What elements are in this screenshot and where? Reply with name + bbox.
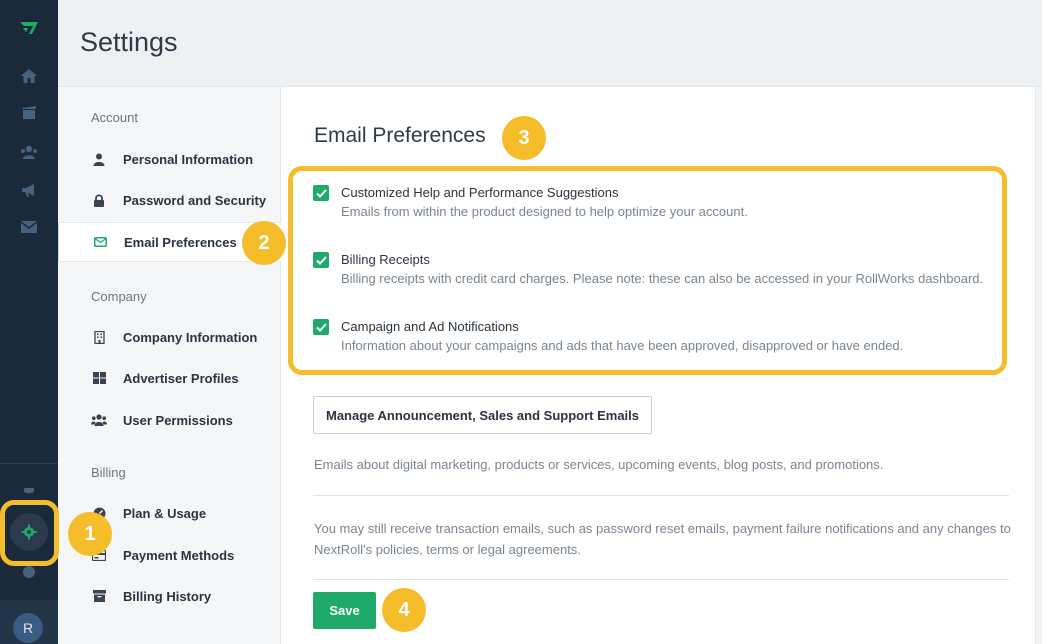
nav-item-label: Company Information [123,329,258,345]
megaphone-icon[interactable] [19,180,39,200]
divider [313,495,1009,496]
nav-item-label: Plan & Usage [123,505,207,521]
callout-badge: 2 [242,221,286,265]
transaction-emails-info: You may still receive transaction emails… [314,521,1011,557]
nav-item-advertiser-profiles[interactable]: Advertiser Profiles [58,358,281,398]
mail-icon[interactable] [19,217,39,237]
settings-nav: Account Personal Information Password an… [58,87,282,644]
nav-group-company: Company [91,289,147,304]
rail-divider [0,463,58,464]
scroll-gutter [1035,87,1042,644]
nav-item-company-information[interactable]: Company Information [58,317,281,357]
divider [313,579,1009,580]
manage-emails-info: Emails about digital marketing, products… [314,457,884,472]
callout-badge: 1 [68,512,112,556]
logo-icon[interactable] [19,20,39,36]
nav-item-label: Password and Security [123,192,267,208]
envelope-icon [92,234,108,250]
shop-icon[interactable] [19,102,39,122]
page-title: Settings [80,27,178,57]
nav-item-label: User Permissions [123,412,233,428]
home-icon[interactable] [19,66,39,86]
callout-badge: 3 [502,116,546,160]
nav-group-billing: Billing [91,465,126,480]
nav-item-label: Personal Information [123,151,254,167]
callout-badge: 4 [382,588,426,632]
highlight-preferences [288,166,1007,375]
nav-item-personal-information[interactable]: Personal Information [58,139,281,179]
grid-icon [91,370,107,386]
nav-item-billing-history[interactable]: Billing History [58,576,281,616]
section-title: Email Preferences [314,124,486,147]
nav-item-label: Payment Methods [123,547,235,563]
nav-group-account: Account [91,110,138,125]
nav-item-password-security[interactable]: Password and Security [58,180,281,220]
archive-icon [91,588,107,604]
avatar[interactable]: R [13,613,43,643]
building-icon [91,329,107,345]
nav-item-label: Billing History [123,588,212,604]
nav-item-label: Advertiser Profiles [123,370,239,386]
save-button[interactable]: Save [313,592,376,629]
highlight-settings [0,500,59,566]
page-header: Settings [58,0,1042,87]
plug-icon[interactable] [19,480,39,500]
users-icon [91,412,107,428]
lock-icon [91,192,107,208]
audience-icon[interactable] [19,142,39,162]
nav-item-user-permissions[interactable]: User Permissions [58,400,281,440]
nav-item-label: Email Preferences [124,234,237,250]
manage-emails-button[interactable]: Manage Announcement, Sales and Support E… [313,396,652,434]
user-icon [91,151,107,167]
